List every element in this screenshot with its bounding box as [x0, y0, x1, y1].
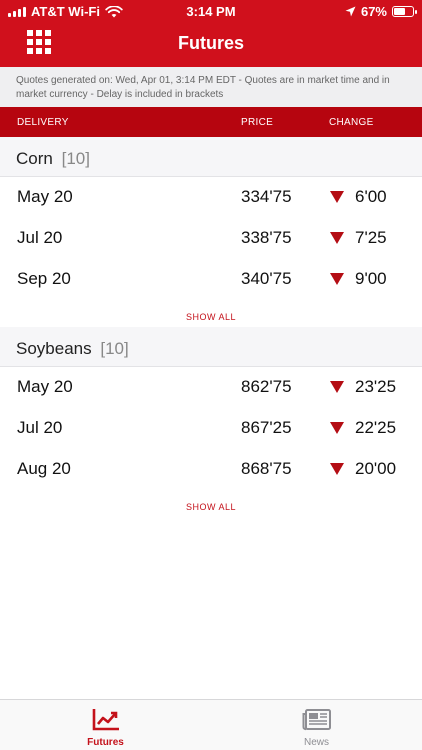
quotes-note: Quotes generated on: Wed, Apr 01, 3:14 P… — [0, 67, 422, 107]
tab-futures[interactable]: Futures — [0, 700, 211, 750]
down-arrow-icon — [330, 191, 344, 203]
battery-percent: 67% — [360, 4, 387, 19]
section-header: Corn [10] — [0, 137, 422, 177]
section-title: Soybeans — [16, 339, 92, 358]
quote-row[interactable]: Aug 20 868'75 20'00 — [0, 449, 422, 490]
delivery-month: May 20 — [17, 187, 73, 206]
show-all-button[interactable]: SHOW ALL — [0, 490, 422, 522]
change-value: 22'25 — [355, 418, 397, 437]
newspaper-icon — [302, 709, 331, 731]
column-change: CHANGE — [329, 117, 374, 128]
down-arrow-icon — [330, 232, 344, 244]
down-arrow-icon — [330, 463, 344, 475]
change-value: 23'25 — [355, 377, 397, 396]
tab-label: Futures — [87, 737, 124, 748]
price-value: 868'75 — [241, 459, 292, 478]
chart-trend-icon — [92, 709, 119, 731]
tab-bar: Futures News — [0, 699, 422, 750]
delivery-month: Jul 20 — [17, 418, 63, 437]
section-corn: Corn [10] May 20 334'75 6'00 Jul 20 338'… — [0, 137, 422, 338]
price-value: 862'75 — [241, 377, 292, 396]
column-header: DELIVERY PRICE CHANGE — [0, 107, 422, 137]
status-right-group: 67% — [345, 4, 417, 19]
delivery-month: Jul 20 — [17, 228, 63, 247]
quote-row[interactable]: Jul 20 338'75 7'25 — [0, 218, 422, 259]
change-value: 20'00 — [355, 459, 397, 478]
down-arrow-icon — [330, 422, 344, 434]
change-value: 6'00 — [355, 187, 387, 206]
column-price: PRICE — [241, 117, 274, 128]
page-title: Futures — [177, 33, 244, 53]
section-count: [10] — [61, 149, 90, 168]
section-title: Corn — [16, 149, 53, 168]
battery-icon — [392, 6, 417, 17]
price-value: 334'75 — [241, 187, 292, 206]
section-soybeans: Soybeans [10] May 20 862'75 23'25 Jul 20… — [0, 327, 422, 522]
section-count: [10] — [100, 339, 129, 358]
column-delivery: DELIVERY — [17, 117, 69, 128]
delivery-month: Aug 20 — [17, 459, 71, 478]
delivery-month: Sep 20 — [17, 269, 71, 288]
price-value: 340'75 — [241, 269, 292, 288]
tab-news[interactable]: News — [211, 700, 422, 750]
quote-row[interactable]: Sep 20 340'75 9'00 — [0, 259, 422, 300]
status-bar: AT&T Wi-Fi 3:14 PM 67% — [0, 0, 422, 22]
quotes-note-text: Quotes generated on: Wed, Apr 01, 3:14 P… — [16, 75, 390, 100]
quote-row[interactable]: May 20 334'75 6'00 — [0, 177, 422, 218]
down-arrow-icon — [330, 273, 344, 285]
quote-row[interactable]: May 20 862'75 23'25 — [0, 367, 422, 408]
price-value: 338'75 — [241, 228, 292, 247]
battery-fill — [394, 8, 405, 15]
change-value: 7'25 — [355, 228, 387, 247]
down-arrow-icon — [330, 381, 344, 393]
section-header: Soybeans [10] — [0, 327, 422, 367]
tab-label: News — [303, 737, 329, 748]
location-arrow-icon — [345, 6, 356, 17]
change-value: 9'00 — [355, 269, 387, 288]
delivery-month: May 20 — [17, 377, 73, 396]
price-value: 867'25 — [241, 418, 292, 437]
app-header: AT&T Wi-Fi 3:14 PM 67% Futures — [0, 0, 422, 67]
quote-row[interactable]: Jul 20 867'25 22'25 — [0, 408, 422, 449]
